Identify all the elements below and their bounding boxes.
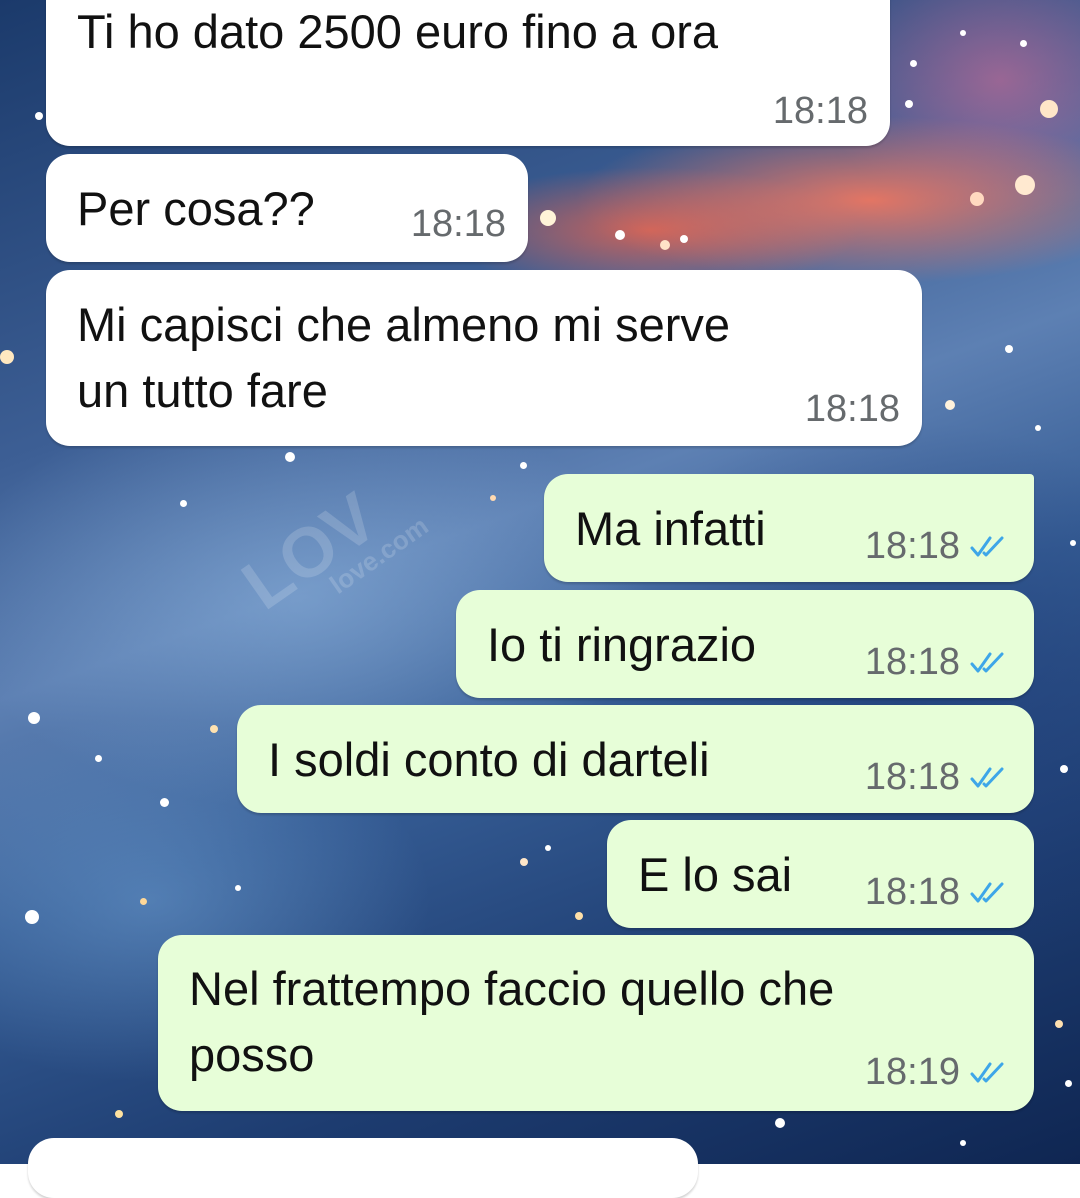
double-check-icon: [970, 536, 1004, 556]
message-text-line-1: Mi capisci che almeno mi serve: [77, 298, 730, 351]
message-time: 18:18: [864, 756, 960, 798]
message-time: 18:18: [864, 525, 960, 567]
outgoing-message[interactable]: Ma infatti 18:18: [544, 474, 1034, 582]
incoming-message-partial[interactable]: [28, 1138, 698, 1198]
message-meta: 18:19: [865, 1051, 1010, 1094]
message-meta: 18:18: [865, 641, 1010, 684]
outgoing-message[interactable]: I soldi conto di darteli 18:18: [237, 705, 1034, 813]
message-text: Per cosa??: [77, 182, 315, 235]
message-meta: 18:18: [411, 203, 506, 246]
message-text-line-2: posso: [189, 1028, 315, 1081]
incoming-message[interactable]: Per cosa?? 18:18: [46, 154, 528, 262]
message-meta: 18:18: [865, 525, 1010, 568]
message-meta: 18:18: [773, 90, 868, 133]
message-text-line-2: un tutto fare: [77, 364, 328, 417]
message-time: 18:18: [410, 203, 506, 245]
outgoing-message[interactable]: Io ti ringrazio 18:18: [456, 590, 1034, 698]
message-time: 18:18: [864, 641, 960, 683]
message-text: I soldi conto di darteli: [268, 733, 710, 786]
message-meta: 18:18: [865, 871, 1010, 914]
message-time: 18:18: [804, 388, 900, 430]
message-time: 18:18: [772, 90, 868, 132]
outgoing-message[interactable]: E lo sai 18:18: [607, 820, 1034, 928]
double-check-icon: [970, 882, 1004, 902]
message-meta: 18:18: [865, 756, 1010, 799]
outgoing-message[interactable]: Nel frattempo faccio quello che posso 18…: [158, 935, 1034, 1111]
message-time: 18:19: [864, 1051, 960, 1093]
double-check-icon: [970, 652, 1004, 672]
incoming-message[interactable]: Ti ho dato 2500 euro fino a ora 18:18: [46, 0, 890, 146]
incoming-message[interactable]: Mi capisci che almeno mi serve un tutto …: [46, 270, 922, 446]
message-text: Io ti ringrazio: [487, 618, 757, 671]
message-text: Ti ho dato 2500 euro fino a ora: [77, 5, 719, 58]
message-time: 18:18: [864, 871, 960, 913]
message-text-line-1: Nel frattempo faccio quello che: [189, 962, 835, 1015]
double-check-icon: [970, 1062, 1004, 1082]
message-text: Ma infatti: [575, 502, 766, 555]
message-list[interactable]: Ti ho dato 2500 euro fino a ora 18:18 Pe…: [0, 0, 1080, 1198]
double-check-icon: [970, 767, 1004, 787]
message-text: E lo sai: [638, 848, 793, 901]
message-meta: 18:18: [805, 388, 900, 431]
